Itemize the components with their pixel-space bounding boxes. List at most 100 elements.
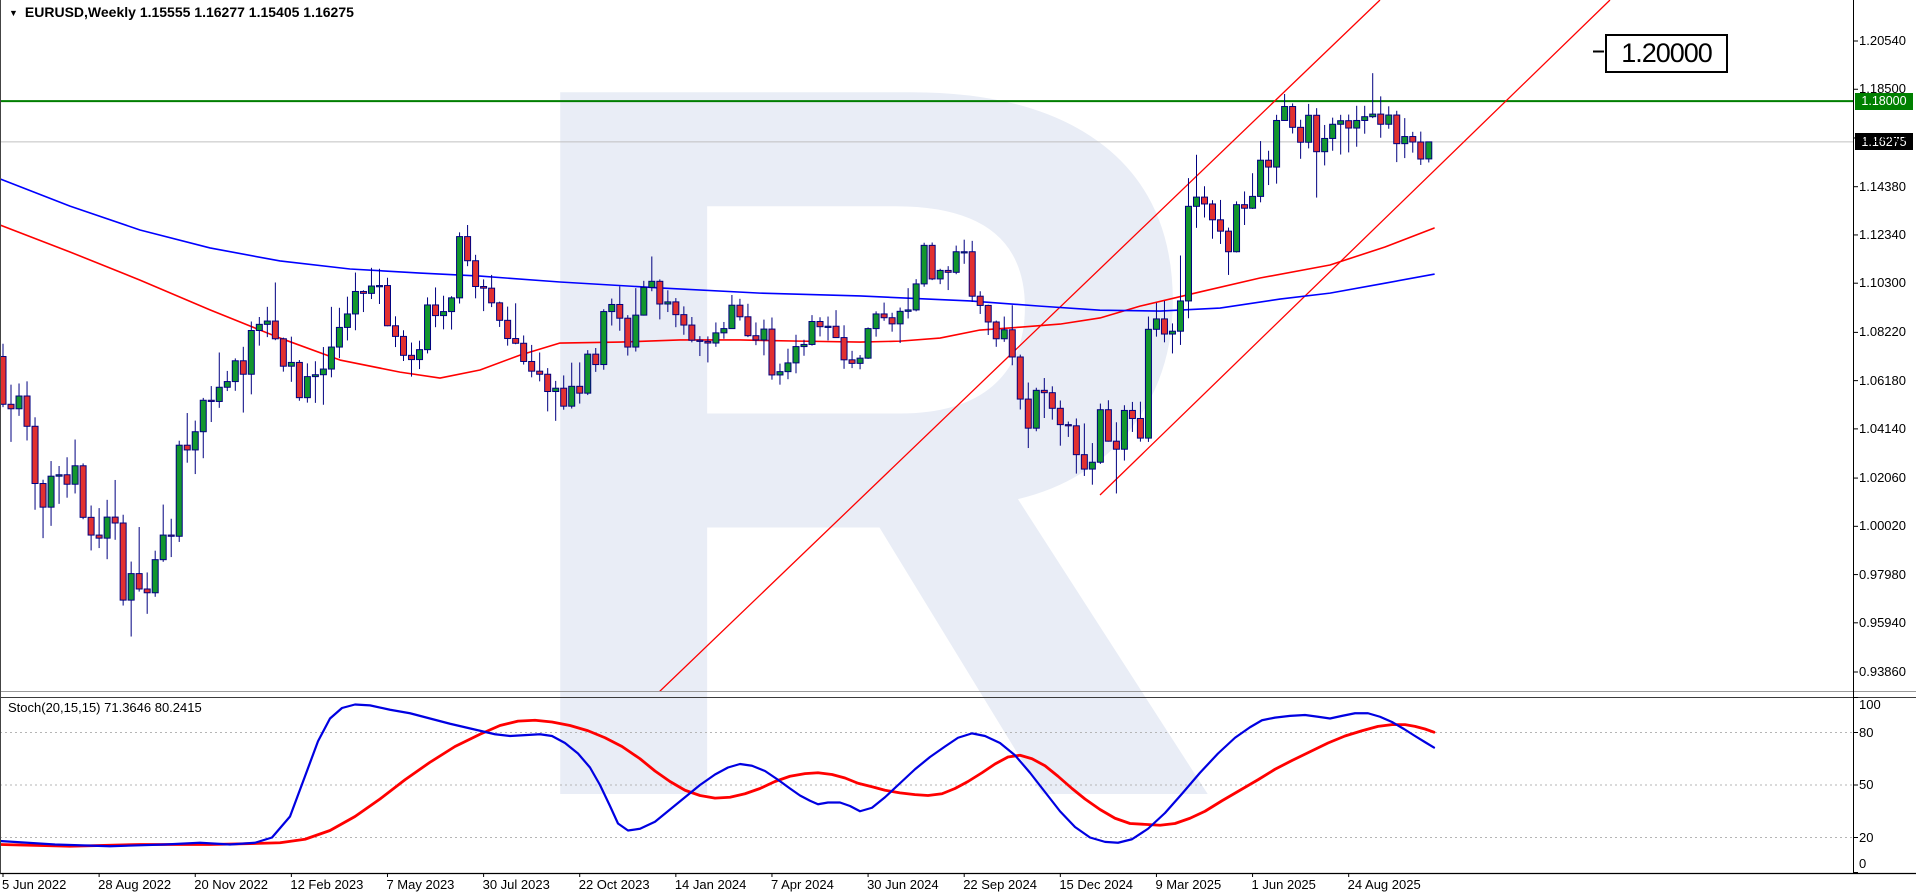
candle [1009, 330, 1015, 357]
time-tick-label: 22 Oct 2023 [579, 877, 650, 892]
candle [1282, 107, 1288, 121]
candle [232, 361, 238, 382]
candle [521, 343, 527, 361]
candle [633, 315, 639, 347]
candle [1041, 390, 1047, 392]
candle [1153, 319, 1159, 329]
candle [312, 375, 318, 377]
candle [368, 286, 374, 293]
candle [537, 371, 543, 374]
price-target-label[interactable]: 1.20000 [1605, 34, 1728, 73]
candle [192, 432, 198, 450]
time-tick-label: 22 Sep 2024 [963, 877, 1037, 892]
candle [889, 318, 895, 324]
candle [1185, 206, 1191, 301]
candle [697, 340, 703, 341]
candle [601, 312, 607, 365]
candle [1210, 204, 1216, 220]
candle [833, 326, 839, 337]
stoch-tick-label: 50 [1859, 777, 1873, 792]
candle [817, 322, 823, 327]
candle [785, 363, 791, 372]
candle [128, 574, 134, 600]
candle [1105, 410, 1111, 441]
candle [96, 535, 102, 538]
candle [505, 320, 511, 338]
candle [224, 382, 230, 388]
candle [1137, 418, 1143, 438]
price-tick-label: 1.10300 [1859, 275, 1906, 290]
time-tick-label: 24 Aug 2025 [1348, 877, 1421, 892]
candle [240, 361, 246, 374]
candle [1169, 331, 1175, 334]
candle [184, 445, 190, 450]
candle [1049, 393, 1055, 409]
candle [689, 325, 695, 340]
candle [569, 386, 575, 406]
candle [1025, 399, 1031, 428]
candle [144, 589, 150, 593]
candle [1017, 357, 1023, 399]
stoch-tick-label: 0 [1859, 856, 1866, 871]
candle [1073, 426, 1079, 455]
candle [449, 298, 455, 312]
candle [865, 329, 871, 359]
time-tick-label: 5 Jun 2022 [2, 877, 66, 892]
candle [352, 291, 358, 313]
candle [1202, 197, 1208, 204]
candle [497, 303, 503, 321]
candle [881, 314, 887, 318]
candle [1346, 121, 1352, 128]
candle [617, 304, 623, 318]
candlesticks[interactable] [0, 73, 1432, 636]
chart-canvas[interactable] [0, 0, 1916, 896]
candle [56, 475, 62, 476]
candle [993, 322, 999, 339]
candle [793, 347, 799, 363]
candle [1394, 115, 1400, 144]
time-tick-label: 12 Feb 2023 [290, 877, 363, 892]
candle [152, 560, 158, 593]
time-tick-label: 15 Dec 2024 [1059, 877, 1133, 892]
candle [200, 400, 206, 431]
time-tick-label: 30 Jun 2024 [867, 877, 939, 892]
candle [376, 286, 382, 287]
candle [112, 517, 118, 523]
candle [553, 388, 559, 391]
time-tick-label: 7 Apr 2024 [771, 877, 834, 892]
candle [1354, 120, 1360, 128]
candle [104, 517, 110, 538]
candle [1218, 220, 1224, 231]
candle [248, 330, 254, 374]
candle [280, 339, 286, 366]
stoch-tick-label: 100 [1859, 697, 1881, 712]
candle [737, 305, 743, 317]
candle [1306, 115, 1312, 142]
candle [1081, 455, 1087, 469]
candle [1250, 196, 1256, 208]
candle [80, 466, 86, 518]
candle [168, 535, 174, 536]
candle [905, 310, 911, 311]
horizontal-lines[interactable] [0, 101, 1853, 142]
price-tick-label: 0.95940 [1859, 615, 1906, 630]
candle [88, 517, 94, 535]
candle [897, 311, 903, 324]
candle [433, 305, 439, 316]
chart-title: ▼ EURUSD,Weekly 1.15555 1.16277 1.15405 … [9, 4, 354, 20]
chart-expand-icon[interactable]: ▼ [9, 8, 18, 18]
time-tick-label: 20 Nov 2022 [194, 877, 268, 892]
candle [1001, 330, 1007, 339]
candle [657, 281, 663, 304]
candle [745, 317, 751, 336]
price-tick-label: 1.16440 [1859, 130, 1906, 145]
price-tick-label: 1.04140 [1859, 421, 1906, 436]
candle [8, 404, 14, 408]
candle [1258, 160, 1264, 196]
candle [809, 322, 815, 345]
price-tick-label: 1.12340 [1859, 227, 1906, 242]
candle [857, 358, 863, 363]
candle [392, 326, 398, 337]
price-tick-label: 1.06180 [1859, 373, 1906, 388]
candle [320, 369, 326, 375]
